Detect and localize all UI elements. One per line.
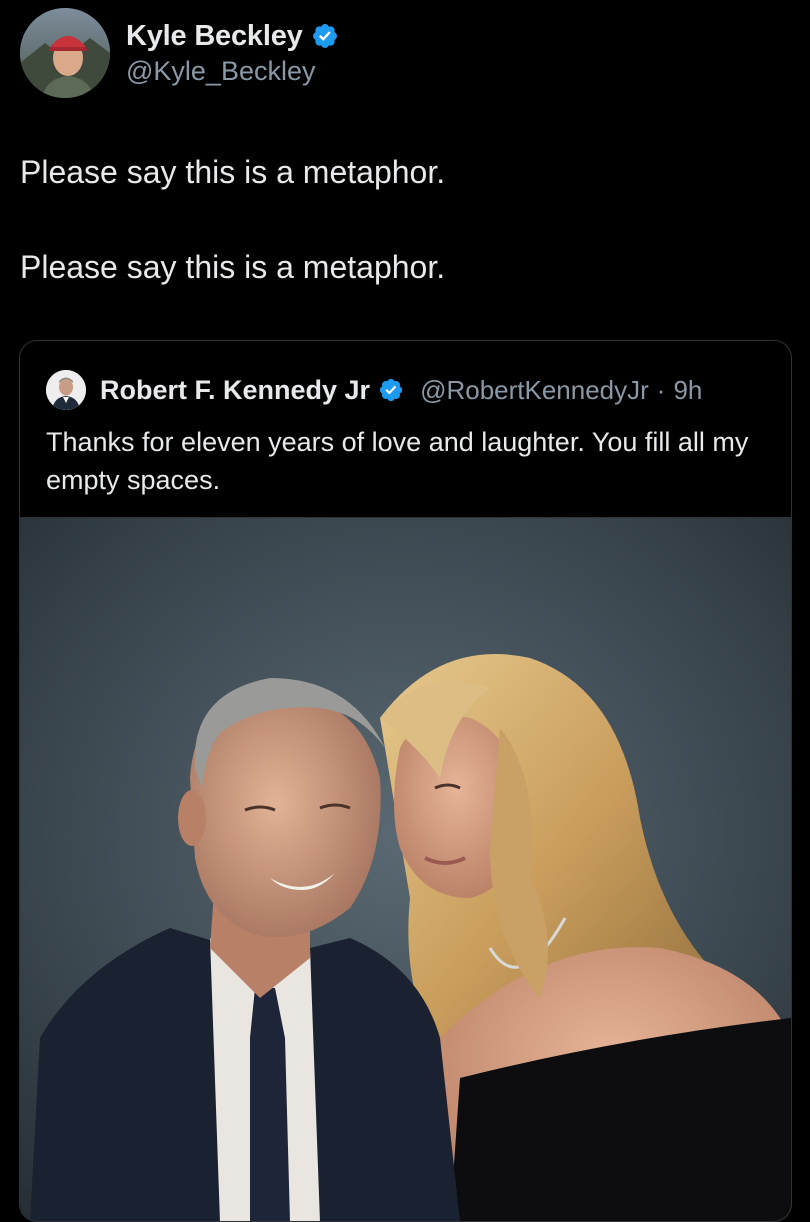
- verified-badge-icon: [311, 22, 339, 50]
- quoted-tweet-card[interactable]: Robert F. Kennedy Jr @RobertKennedyJr · …: [19, 340, 792, 1222]
- quoted-author-avatar[interactable]: [46, 370, 86, 410]
- author-avatar[interactable]: [20, 8, 110, 98]
- tweet-text-line: Please say this is a metaphor.: [20, 249, 446, 285]
- quoted-media-photo[interactable]: [20, 517, 791, 1221]
- quoted-timestamp[interactable]: 9h: [673, 375, 702, 406]
- author-handle[interactable]: @Kyle_Beckley: [126, 56, 316, 87]
- verified-badge-icon: [378, 377, 404, 403]
- quoted-author-display-name[interactable]: Robert F. Kennedy Jr: [100, 375, 370, 406]
- quoted-tweet-text: Thanks for eleven years of love and laug…: [46, 427, 749, 495]
- quoted-author-handle[interactable]: @RobertKennedyJr: [420, 375, 649, 406]
- author-display-name[interactable]: Kyle Beckley: [126, 20, 303, 53]
- quoted-tweet-header: Robert F. Kennedy Jr @RobertKennedyJr · …: [46, 369, 702, 411]
- tweet-text-line: Please say this is a metaphor.: [20, 154, 446, 190]
- separator-dot: ·: [656, 374, 666, 405]
